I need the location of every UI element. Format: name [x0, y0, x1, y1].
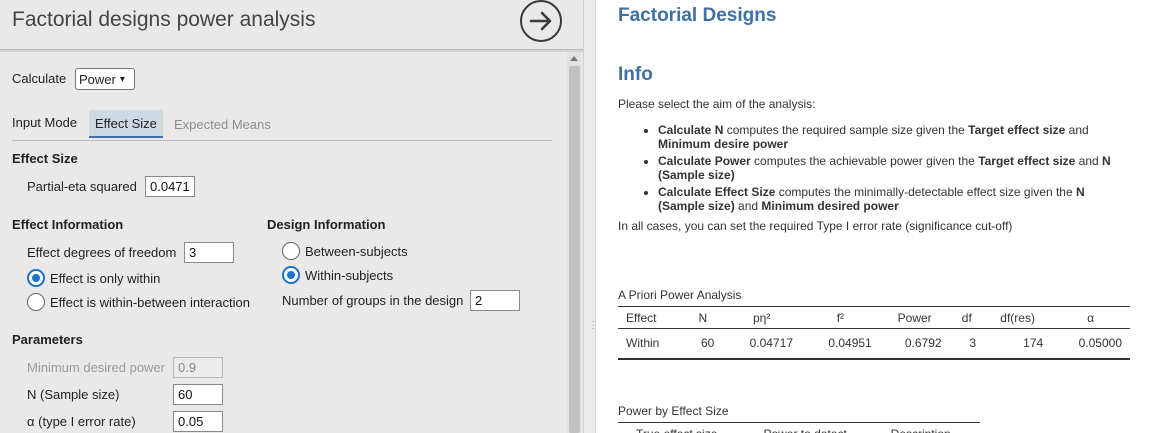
- table-row: Within 60 0.04717 0.04951 0.6792 3 174 0…: [618, 328, 1130, 360]
- effect-size-heading: Effect Size: [12, 151, 78, 166]
- parameters-heading: Parameters: [12, 332, 83, 347]
- alpha-label: α (type I error rate): [27, 414, 136, 429]
- input-mode-label: Input Mode: [12, 115, 78, 130]
- scroll-up-arrow-icon[interactable]: [570, 56, 578, 61]
- radio-effect-interaction-label: Effect is within-between interaction: [50, 295, 250, 310]
- table-cell: 0.04951: [801, 328, 880, 360]
- splitter-grip-icon[interactable]: ⋮: [588, 321, 598, 331]
- results-panel: Factorial Designs Info Please select the…: [597, 0, 1166, 433]
- radio-between-subjects[interactable]: [282, 242, 300, 260]
- col-header: Power to detect: [755, 422, 883, 433]
- info-footer: In all cases, you can set the required T…: [618, 219, 1013, 233]
- analysis-title: Factorial designs power analysis: [12, 8, 316, 31]
- partial-eta-input[interactable]: [145, 176, 195, 197]
- table-header-row: True effect size Power to detect Descrip…: [618, 422, 980, 433]
- radio-within-subjects[interactable]: [282, 266, 300, 284]
- alpha-input[interactable]: [173, 411, 223, 432]
- design-information-heading: Design Information: [267, 217, 386, 232]
- info-bullet: Calculate N computes the required sample…: [658, 123, 1128, 151]
- calculate-label: Calculate: [12, 71, 67, 86]
- effect-information-heading: Effect Information: [12, 217, 124, 232]
- table-cell: Within: [618, 328, 684, 360]
- col-header: N: [683, 306, 723, 329]
- calculate-select[interactable]: Power ▾: [75, 68, 135, 90]
- col-header: df(res): [984, 306, 1052, 329]
- partial-eta-label: Partial-eta squared: [27, 179, 137, 194]
- options-scrollbar-thumb[interactable]: [569, 66, 580, 433]
- header-divider: [0, 50, 583, 52]
- radio-between-subjects-label: Between-subjects: [305, 244, 408, 259]
- col-header: Description: [882, 422, 980, 433]
- col-header: df: [949, 306, 985, 329]
- radio-effect-interaction[interactable]: [27, 293, 45, 311]
- calculate-select-value: Power: [79, 71, 116, 87]
- power-by-effect-table: True effect size Power to detect Descrip…: [618, 422, 980, 433]
- back-button[interactable]: [520, 0, 562, 42]
- info-bullet: Calculate Power computes the achievable …: [658, 154, 1128, 182]
- tab-expected-means[interactable]: Expected Means: [168, 110, 277, 138]
- chevron-down-icon: ▾: [119, 73, 125, 85]
- col-header: True effect size: [618, 422, 756, 433]
- info-bullet: Calculate Effect Size computes the minim…: [658, 185, 1128, 213]
- col-header: α: [1051, 306, 1130, 329]
- power-by-effect-title: Power by Effect Size: [618, 404, 729, 418]
- options-header: Factorial designs power analysis: [0, 0, 583, 50]
- min-power-label: Minimum desired power: [27, 360, 165, 375]
- apriori-table-title: A Priori Power Analysis: [618, 288, 742, 302]
- min-power-input: [173, 357, 223, 378]
- apriori-table: Effect N pη² f² Power df df(res) α Withi…: [618, 306, 1130, 360]
- table-header-row: Effect N pη² f² Power df df(res) α: [618, 306, 1130, 329]
- circle-arrow-right-icon: [529, 11, 552, 31]
- info-heading: Info: [618, 64, 653, 85]
- effect-df-input[interactable]: [184, 242, 234, 263]
- radio-effect-within-label: Effect is only within: [50, 271, 161, 286]
- tab-divider: [12, 140, 552, 141]
- effect-df-label: Effect degrees of freedom: [27, 245, 177, 260]
- sample-size-label: N (Sample size): [27, 387, 120, 402]
- table-cell: 0.05000: [1051, 328, 1130, 360]
- panel-splitter[interactable]: [583, 0, 596, 433]
- col-header: pη²: [722, 306, 802, 329]
- info-bullet-list: Calculate N computes the required sample…: [658, 123, 1128, 216]
- table-cell: 60: [683, 328, 723, 360]
- info-intro: Please select the aim of the analysis:: [618, 97, 816, 111]
- col-header: f²: [801, 306, 880, 329]
- sample-size-input[interactable]: [173, 384, 223, 405]
- groups-label: Number of groups in the design: [282, 293, 464, 308]
- groups-input[interactable]: [470, 290, 520, 311]
- col-header: Effect: [618, 306, 684, 329]
- tab-effect-size[interactable]: Effect Size: [89, 110, 163, 138]
- table-cell: 3: [949, 328, 985, 360]
- options-panel: Factorial designs power analysis Calcula…: [0, 0, 583, 433]
- table-cell: 0.6792: [879, 328, 950, 360]
- table-cell: 174: [984, 328, 1052, 360]
- radio-effect-within[interactable]: [27, 269, 45, 287]
- radio-within-subjects-label: Within-subjects: [305, 268, 394, 283]
- results-title: Factorial Designs: [618, 5, 777, 26]
- col-header: Power: [879, 306, 950, 329]
- table-cell: 0.04717: [722, 328, 802, 360]
